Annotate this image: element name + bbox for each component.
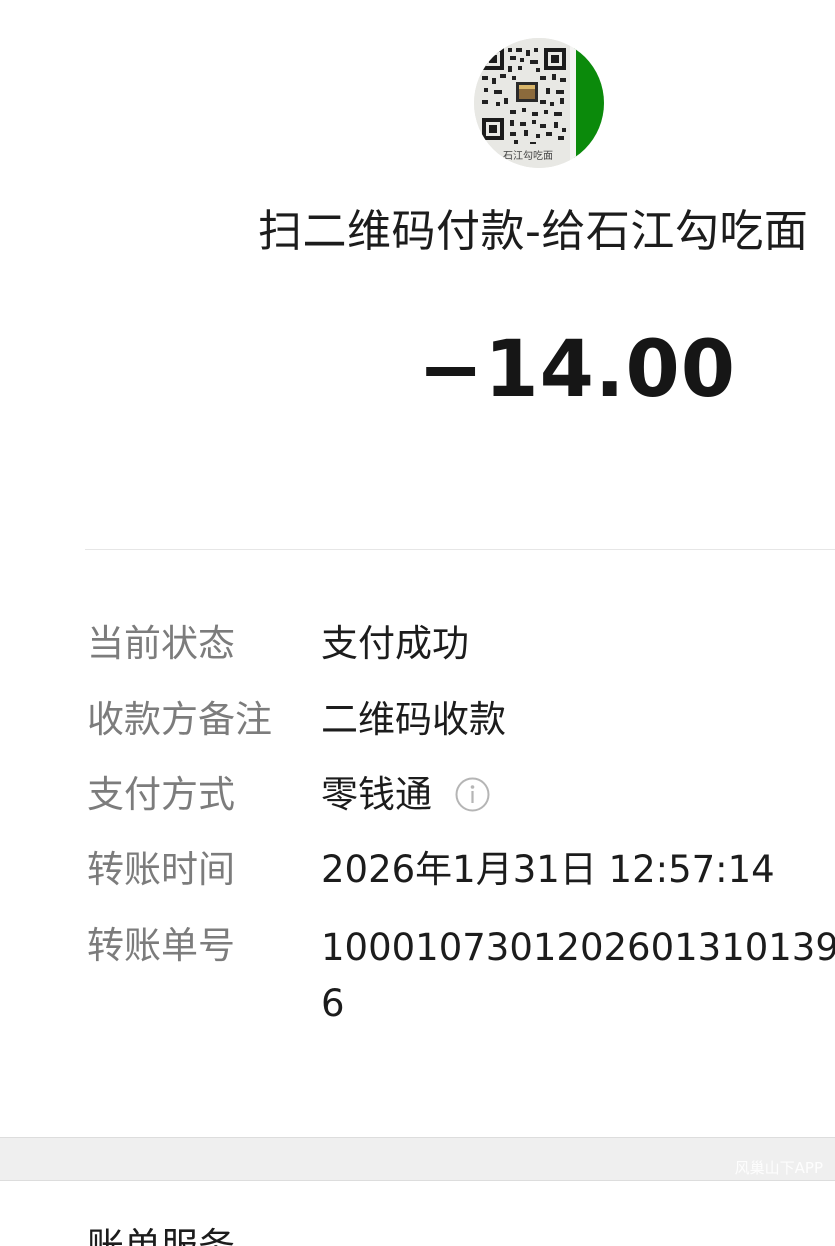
payment-method-label: 支付方式 xyxy=(87,773,235,816)
payment-method-value: 零钱通 xyxy=(321,773,432,816)
avatar-caption: 石江勾吃面 xyxy=(503,151,553,162)
watermark: 风巢山下APP xyxy=(734,1159,823,1177)
bill-detail-page: 石江勾吃面 扫二维码付款-给石江勾吃面 −14.00 当前状态 支付成功 收款方… xyxy=(0,0,835,1246)
remark-value: 二维码收款 xyxy=(321,698,506,741)
status-value: 支付成功 xyxy=(321,622,469,665)
remark-label: 收款方备注 xyxy=(87,698,272,741)
merchant-avatar: 石江勾吃面 xyxy=(474,38,604,168)
info-icon[interactable] xyxy=(455,777,490,812)
bill-service-title[interactable]: 账单服务 xyxy=(87,1221,235,1246)
status-label: 当前状态 xyxy=(87,622,235,665)
merchant-title: 扫二维码付款-给石江勾吃面 xyxy=(258,206,809,257)
transaction-id-value[interactable]: 10001073012026013101398036 6 xyxy=(321,920,835,1032)
transaction-id-line1: 10001073012026013101398036 xyxy=(321,926,835,969)
transfer-time-label: 转账时间 xyxy=(87,848,235,891)
transaction-id-label: 转账单号 xyxy=(87,924,235,967)
transaction-id-line2: 6 xyxy=(321,982,345,1025)
transfer-time-value: 2026年1月31日 12:57:14 xyxy=(321,848,775,891)
divider xyxy=(85,549,835,550)
section-separator: 风巢山下APP xyxy=(0,1137,835,1181)
payment-amount: −14.00 xyxy=(418,325,737,415)
